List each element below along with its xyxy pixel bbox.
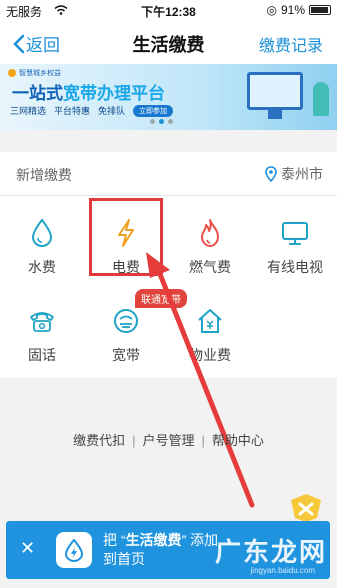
service-property[interactable]: 物业费 (168, 304, 252, 365)
banner-brand-text: 智慧城乡权益 (19, 70, 61, 77)
promo-badge: 联通宽带 (135, 289, 187, 308)
carousel-dot[interactable] (168, 119, 173, 124)
broadband-icon (114, 309, 138, 333)
payment-records-link[interactable]: 缴费记录 (259, 32, 323, 56)
close-icon[interactable]: ✕ (20, 538, 35, 559)
battery-icon (309, 5, 331, 15)
service-label: 物业费 (189, 347, 231, 363)
service-gas[interactable]: 燃气费 (168, 216, 252, 277)
telephone-icon (30, 312, 54, 332)
banner-feature: 免排队 (98, 106, 126, 116)
headline-highlight: 宽带办理平台 (63, 84, 165, 103)
app-shortcut-icon (56, 532, 92, 568)
battery-percent: 91% (280, 3, 305, 17)
highlight-box (89, 198, 163, 276)
carousel-dots[interactable] (150, 119, 173, 124)
brand-logo-icon (8, 69, 16, 77)
auto-debit-link[interactable]: 缴费代扣 (73, 433, 125, 448)
banner-features: 三网精选 平台特惠 免排队 立即参加 (10, 104, 174, 117)
bar-text-suffix: ” 添加 (181, 532, 219, 548)
service-label: 有线电视 (267, 259, 323, 275)
banner-feature: 平台特惠 (54, 106, 91, 116)
service-label: 燃气费 (189, 259, 231, 275)
help-center-link[interactable]: 帮助中心 (212, 433, 264, 448)
service-label: 固话 (28, 347, 56, 363)
service-grid: 水费 电费 燃气费 有线电视 固话 宽带 物业费 (0, 196, 337, 378)
carousel-dot-active[interactable] (159, 119, 164, 124)
service-water[interactable]: 水费 (0, 216, 84, 277)
service-cable-tv[interactable]: 有线电视 (253, 216, 337, 277)
service-label: 水费 (28, 259, 56, 275)
banner-feature: 三网精选 (10, 106, 47, 116)
tv-icon (282, 222, 308, 245)
city-label: 泰州市 (281, 166, 323, 182)
banner-headline: 一站式宽带办理平台 (12, 79, 165, 104)
banner-brand: 智慧城乡权益 (8, 68, 61, 78)
divider: | (201, 433, 205, 448)
banner-cta-button[interactable]: 立即参加 (133, 104, 174, 117)
water-drop-icon (31, 218, 53, 248)
status-right: ◎ 91% (266, 3, 331, 17)
footer-links: 缴费代扣 | 户号管理 | 帮助中心 (0, 430, 337, 449)
status-bar: 无服务 下午12:38 ◎ 91% (0, 0, 337, 20)
add-payment-header: 新增缴费 泰州市 (0, 152, 337, 196)
water-lightning-icon (64, 538, 84, 562)
bar-text-line2: 到首页 (103, 551, 145, 567)
headline-prefix: 一站式 (12, 84, 63, 103)
account-management-link[interactable]: 户号管理 (142, 433, 194, 448)
monitor-illustration-icon (247, 72, 303, 119)
bar-text-app: 生活缴费 (125, 532, 182, 548)
lock-rotation-icon: ◎ (266, 3, 277, 17)
mascot-badge-icon[interactable] (287, 492, 325, 524)
property-icon (198, 309, 222, 333)
bar-text-prefix: 把 “ (103, 532, 126, 548)
flame-icon (201, 219, 219, 247)
service-landline[interactable]: 固话 (0, 304, 84, 365)
city-selector[interactable]: 泰州市 (265, 164, 323, 184)
service-label: 宽带 (112, 347, 140, 363)
navigation-bar: 返回 生活缴费 缴费记录 (0, 20, 337, 64)
divider: | (132, 433, 136, 448)
plant-illustration-icon (313, 82, 329, 116)
section-label: 新增缴费 (16, 167, 72, 183)
carousel-dot[interactable] (150, 119, 155, 124)
watermark-logo: 广东龙网 (214, 537, 327, 567)
watermark-url: jingyan.baidu.com (250, 566, 315, 575)
service-broadband[interactable]: 宽带 (84, 304, 168, 365)
add-to-home-text: 把 “生活缴费” 添加 到首页 (103, 531, 218, 569)
location-pin-icon (265, 166, 277, 182)
promo-banner[interactable]: 智慧城乡权益 一站式宽带办理平台 三网精选 平台特惠 免排队 立即参加 (0, 64, 337, 130)
